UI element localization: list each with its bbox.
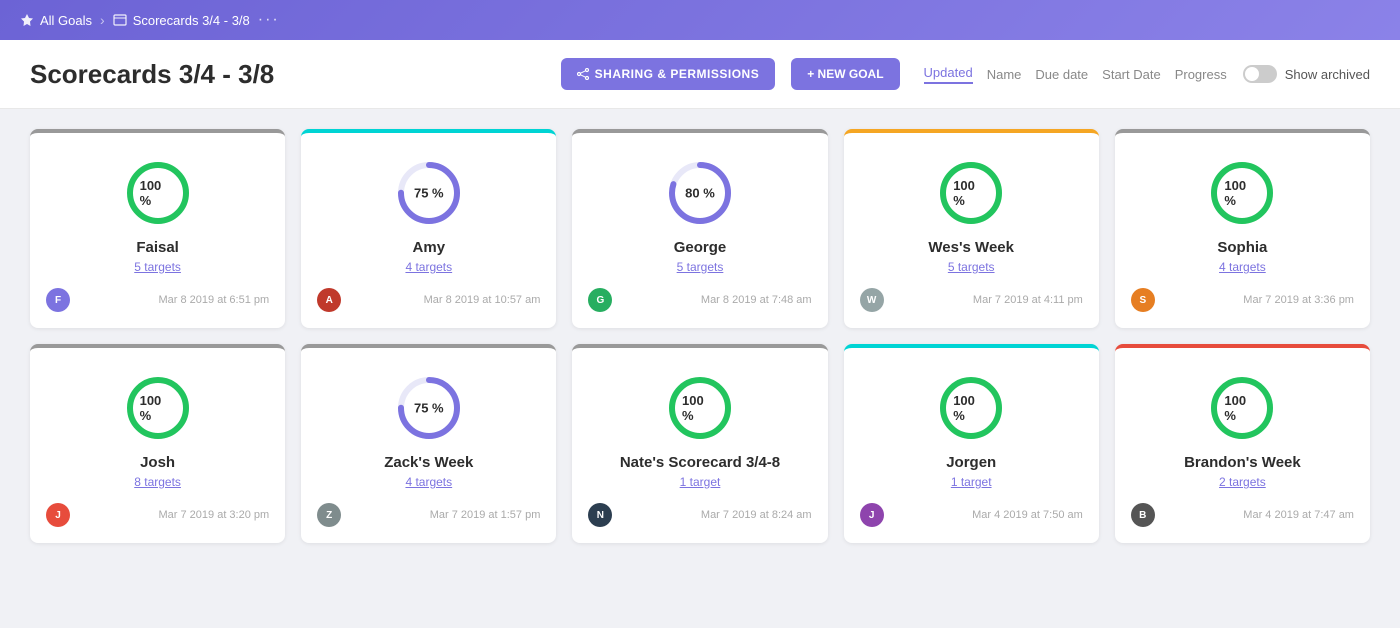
card-targets[interactable]: 1 target bbox=[951, 475, 992, 489]
card-avatar: F bbox=[46, 288, 70, 312]
card-name: George bbox=[674, 239, 727, 256]
card-name: Zack's Week bbox=[384, 454, 473, 471]
scorecard-card: 100 % Jorgen 1 target J Mar 4 2019 at 7:… bbox=[844, 344, 1099, 543]
scorecard-card: 100 % Sophia 4 targets S Mar 7 2019 at 3… bbox=[1115, 129, 1370, 328]
archived-toggle-switch[interactable] bbox=[1243, 65, 1277, 83]
card-targets[interactable]: 4 targets bbox=[405, 475, 452, 489]
card-targets[interactable]: 1 target bbox=[680, 475, 721, 489]
sort-start-date[interactable]: Start Date bbox=[1102, 67, 1161, 82]
card-avatar: B bbox=[1131, 503, 1155, 527]
card-avatar: N bbox=[588, 503, 612, 527]
card-date: Mar 7 2019 at 4:11 pm bbox=[892, 294, 1083, 306]
sort-progress[interactable]: Progress bbox=[1175, 67, 1227, 82]
scorecard-card: 100 % Faisal 5 targets F Mar 8 2019 at 6… bbox=[30, 129, 285, 328]
card-date: Mar 4 2019 at 7:47 am bbox=[1163, 509, 1354, 521]
card-avatar: S bbox=[1131, 288, 1155, 312]
scorecard-card: 100 % Josh 8 targets J Mar 7 2019 at 3:2… bbox=[30, 344, 285, 543]
top-nav: All Goals › Scorecards 3/4 - 3/8 ··· bbox=[0, 0, 1400, 40]
sort-updated[interactable]: Updated bbox=[924, 65, 973, 84]
page-header: Scorecards 3/4 - 3/8 SHARING & PERMISSIO… bbox=[0, 40, 1400, 109]
card-avatar: A bbox=[317, 288, 341, 312]
card-targets[interactable]: 8 targets bbox=[134, 475, 181, 489]
card-date: Mar 7 2019 at 8:24 am bbox=[620, 509, 811, 521]
scorecard-card: 100 % Brandon's Week 2 targets B Mar 4 2… bbox=[1115, 344, 1370, 543]
sharing-permissions-button[interactable]: SHARING & PERMISSIONS bbox=[561, 58, 776, 90]
scorecard-card: 75 % Amy 4 targets A Mar 8 2019 at 10:57… bbox=[301, 129, 556, 328]
card-targets[interactable]: 2 targets bbox=[1219, 475, 1266, 489]
card-targets[interactable]: 5 targets bbox=[948, 260, 995, 274]
card-date: Mar 8 2019 at 6:51 pm bbox=[78, 294, 269, 306]
scorecard-card: 100 % Nate's Scorecard 3/4-8 1 target N … bbox=[572, 344, 827, 543]
card-name: Nate's Scorecard 3/4-8 bbox=[620, 454, 780, 471]
scorecard-card: 75 % Zack's Week 4 targets Z Mar 7 2019 … bbox=[301, 344, 556, 543]
card-name: Faisal bbox=[136, 239, 179, 256]
card-avatar: Z bbox=[317, 503, 341, 527]
nav-more-button[interactable]: ··· bbox=[258, 11, 280, 29]
scorecard-card: 80 % George 5 targets G Mar 8 2019 at 7:… bbox=[572, 129, 827, 328]
card-avatar: J bbox=[46, 503, 70, 527]
card-name: Wes's Week bbox=[928, 239, 1014, 256]
card-targets[interactable]: 5 targets bbox=[677, 260, 724, 274]
scorecard-nav[interactable]: Scorecards 3/4 - 3/8 bbox=[113, 13, 250, 28]
card-targets[interactable]: 4 targets bbox=[405, 260, 452, 274]
card-name: Josh bbox=[140, 454, 175, 471]
card-targets[interactable]: 5 targets bbox=[134, 260, 181, 274]
sort-name[interactable]: Name bbox=[987, 67, 1022, 82]
card-targets[interactable]: 4 targets bbox=[1219, 260, 1266, 274]
card-date: Mar 8 2019 at 7:48 am bbox=[620, 294, 811, 306]
card-name: Brandon's Week bbox=[1184, 454, 1301, 471]
all-goals-nav[interactable]: All Goals bbox=[20, 13, 92, 28]
card-name: Sophia bbox=[1217, 239, 1267, 256]
card-name: Amy bbox=[413, 239, 446, 256]
card-date: Mar 8 2019 at 10:57 am bbox=[349, 294, 540, 306]
show-archived-toggle[interactable]: Show archived bbox=[1243, 65, 1370, 83]
card-date: Mar 7 2019 at 1:57 pm bbox=[349, 509, 540, 521]
card-date: Mar 7 2019 at 3:20 pm bbox=[78, 509, 269, 521]
page-title: Scorecards 3/4 - 3/8 bbox=[30, 59, 545, 90]
card-date: Mar 4 2019 at 7:50 am bbox=[892, 509, 1083, 521]
new-goal-button[interactable]: + NEW GOAL bbox=[791, 58, 899, 90]
card-name: Jorgen bbox=[946, 454, 996, 471]
card-avatar: J bbox=[860, 503, 884, 527]
scorecard-card: 100 % Wes's Week 5 targets W Mar 7 2019 … bbox=[844, 129, 1099, 328]
sort-due-date[interactable]: Due date bbox=[1035, 67, 1088, 82]
cards-grid: 100 % Faisal 5 targets F Mar 8 2019 at 6… bbox=[0, 109, 1400, 563]
sort-options: Updated Name Due date Start Date Progres… bbox=[924, 65, 1227, 84]
card-date: Mar 7 2019 at 3:36 pm bbox=[1163, 294, 1354, 306]
card-avatar: W bbox=[860, 288, 884, 312]
card-avatar: G bbox=[588, 288, 612, 312]
